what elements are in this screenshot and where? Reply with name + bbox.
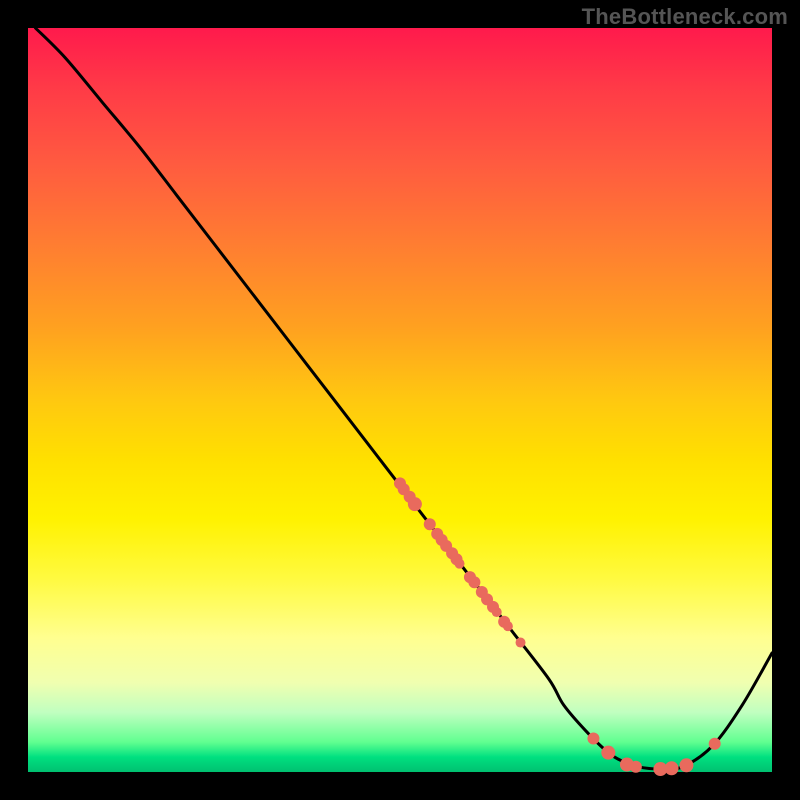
chart-frame: TheBottleneck.com bbox=[0, 0, 800, 800]
data-marker bbox=[492, 607, 502, 617]
data-marker bbox=[630, 761, 642, 773]
marker-group bbox=[394, 477, 721, 776]
data-marker bbox=[408, 497, 422, 511]
data-marker bbox=[455, 559, 465, 569]
data-marker bbox=[468, 576, 480, 588]
bottleneck-curve bbox=[35, 28, 772, 769]
data-marker bbox=[503, 621, 513, 631]
data-marker bbox=[587, 733, 599, 745]
plot-area bbox=[28, 28, 772, 772]
data-marker bbox=[709, 738, 721, 750]
data-marker bbox=[424, 518, 436, 530]
data-marker bbox=[679, 758, 693, 772]
data-marker bbox=[665, 761, 679, 775]
data-marker bbox=[516, 638, 526, 648]
curve-layer bbox=[28, 28, 772, 772]
watermark-text: TheBottleneck.com bbox=[582, 4, 788, 30]
data-marker bbox=[601, 746, 615, 760]
